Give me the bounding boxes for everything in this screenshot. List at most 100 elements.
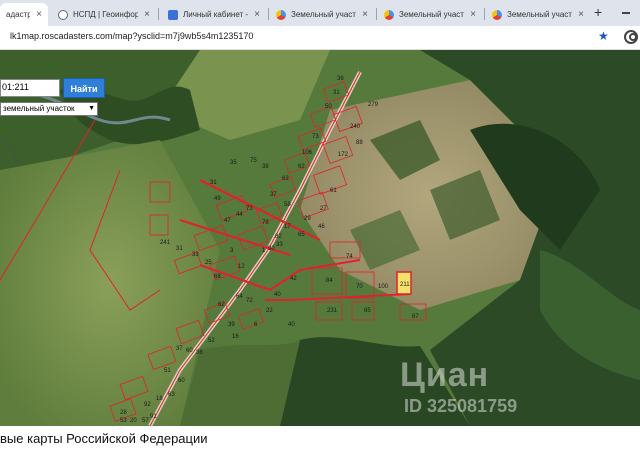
new-tab-button[interactable]: + <box>594 4 602 20</box>
parcel-number: 22 <box>266 308 273 314</box>
find-button[interactable]: Найти <box>63 78 105 98</box>
tab-personal-account[interactable]: Личный кабинет - И × <box>162 3 266 26</box>
url-text[interactable]: lk1map.roscadasters.com/map?ysclid=m7j9w… <box>10 31 253 41</box>
tab-separator <box>158 8 159 20</box>
parcel-number: 50 <box>325 104 332 110</box>
parcel-number: 12 <box>238 264 245 270</box>
parcel-number: 60 <box>186 348 193 354</box>
watermark-id: ID 325081759 <box>404 396 518 416</box>
parcel-number: 91 <box>150 414 157 420</box>
parcel-number: 51 <box>164 368 171 374</box>
parcel-number: 40 <box>288 322 295 328</box>
parcel-number: 35 <box>230 160 237 166</box>
parcel-number: 52 <box>208 338 215 344</box>
tab-title: Земельный участок <box>291 10 356 19</box>
bookmark-star-icon[interactable]: ★ <box>598 29 609 43</box>
minimize-icon[interactable] <box>622 12 630 14</box>
parcel-number: 62 <box>218 302 225 308</box>
parcel-number: 240 <box>350 124 361 130</box>
parcel-number: 20 <box>130 418 137 424</box>
parcel-number: 37 <box>270 192 277 198</box>
parcel-number: 16 <box>232 334 239 340</box>
close-icon[interactable]: × <box>578 9 584 20</box>
parcel-number: 73 <box>246 206 253 212</box>
tab-separator <box>268 8 269 20</box>
parcel-number: 62 <box>298 164 305 170</box>
tab-land-plot-2[interactable]: Земельный участок × <box>378 3 482 26</box>
close-icon[interactable]: × <box>254 9 260 20</box>
parcel-number: 47 <box>224 218 231 224</box>
tab-land-plot-1[interactable]: Земельный участок × <box>270 3 374 26</box>
parcel-number: 64 <box>236 294 243 300</box>
parcel-number: 40 <box>274 292 281 298</box>
parcel-number: 75 <box>250 158 257 164</box>
close-icon[interactable]: × <box>144 9 150 20</box>
parcel-number: 63 <box>168 392 175 398</box>
parcel-number: 37 <box>176 346 183 352</box>
object-type-value: земельный участок <box>3 104 75 113</box>
parcel-number: 72 <box>246 298 253 304</box>
parcel-number: 67 <box>412 314 419 320</box>
document-icon <box>168 9 178 20</box>
parcel-number: 42 <box>290 276 297 282</box>
tab-title: Личный кабинет - И <box>183 10 249 19</box>
cadastral-search-input[interactable]: 01:211 <box>0 79 60 97</box>
parcel-number: 27 <box>320 206 327 212</box>
parcel-number: 231 <box>327 308 338 314</box>
parcel-number: 38 <box>262 164 269 170</box>
object-type-select[interactable]: земельный участок ▼ <box>0 102 98 116</box>
chevron-down-icon: ▼ <box>88 105 95 112</box>
parcel-number: 90 <box>268 246 275 252</box>
parcel-number: 279 <box>368 102 379 108</box>
parcel-number: 172 <box>338 152 349 158</box>
close-icon[interactable]: × <box>36 9 42 20</box>
close-icon[interactable]: × <box>470 9 476 20</box>
parcel-number: 36 <box>196 350 203 356</box>
watermark-brand: Циан <box>400 356 490 394</box>
parcel-number: 100 <box>378 284 389 290</box>
tab-nspd[interactable]: НСПД | Геоинформа × <box>52 3 156 26</box>
parcel-number: 106 <box>302 150 313 156</box>
profile-icon[interactable] <box>624 30 638 44</box>
tab-land-plot-3[interactable]: Земельный участок × <box>486 3 590 26</box>
parcel-number: 31 <box>210 180 217 186</box>
parcel-number: 241 <box>160 240 171 246</box>
parcel-number: 29 <box>304 216 311 222</box>
parcel-number: 68 <box>214 274 221 280</box>
tab-cadastre[interactable]: адастра × <box>0 3 48 26</box>
chrome-icon <box>492 9 502 20</box>
parcel-number: 53 <box>120 418 127 424</box>
parcel-number: 31 <box>176 246 183 252</box>
parcel-number: 28 <box>120 410 127 416</box>
globe-icon <box>58 9 68 20</box>
browser-tab-strip: адастра × НСПД | Геоинформа × Личный каб… <box>0 0 640 26</box>
chrome-icon <box>384 9 394 20</box>
parcel-number: 36 <box>337 76 344 82</box>
parcel-number: 82 <box>275 234 282 240</box>
address-bar[interactable]: lk1map.roscadasters.com/map?ysclid=m7j9w… <box>0 26 640 50</box>
page-footer: вые карты Российской Федерации <box>0 426 640 450</box>
parcel-number: 44 <box>236 212 243 218</box>
parcel-number: 49 <box>214 196 221 202</box>
parcel-number: 84 <box>326 278 333 284</box>
parcel-number: 92 <box>144 402 151 408</box>
parcel-number: 65 <box>364 308 371 314</box>
parcel-number: 63 <box>282 176 289 182</box>
parcel-number: 58 <box>284 202 291 208</box>
parcel-number: 74 <box>346 254 353 260</box>
parcel-number: 78 <box>262 220 269 226</box>
parcel-number: 18 <box>156 396 163 402</box>
parcel-number: 25 <box>205 260 212 266</box>
tab-separator <box>376 8 377 20</box>
close-icon[interactable]: × <box>362 9 368 20</box>
tab-title: адастра <box>6 10 31 19</box>
tab-separator <box>484 8 485 20</box>
parcel-number: 33 <box>192 252 199 258</box>
satellite-map[interactable]: 36 31 50 279 240 88 172 73 106 62 63 37 58 61 27 29 65 82… <box>0 50 640 426</box>
highlighted-parcel-number: 211 <box>400 282 410 288</box>
parcel-number: 31 <box>333 90 340 96</box>
parcel-number: 60 <box>178 378 185 384</box>
parcel-number: 88 <box>356 140 363 146</box>
parcel-number: 70 <box>356 284 363 290</box>
parcel-number: 33 <box>276 242 283 248</box>
